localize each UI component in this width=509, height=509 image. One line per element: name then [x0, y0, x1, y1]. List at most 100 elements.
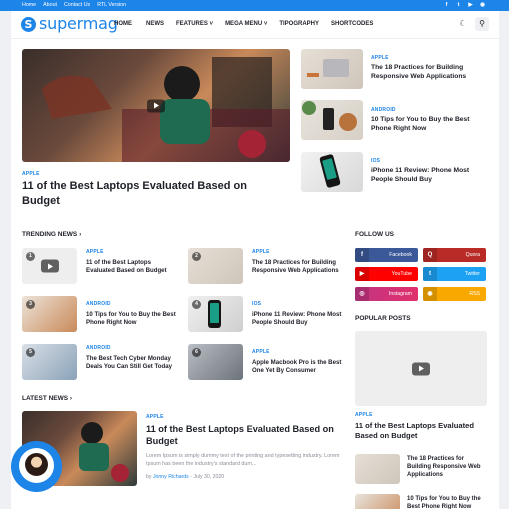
- side-category-1[interactable]: APPLE: [371, 55, 389, 61]
- hero-title[interactable]: 11 of the Best Laptops Evaluated Based o…: [22, 179, 280, 208]
- instagram-icon: ◎: [355, 287, 369, 301]
- facebook-icon[interactable]: f: [443, 2, 450, 9]
- popular-title-1[interactable]: The 18 Practices for Building Responsive…: [407, 456, 487, 480]
- trending-thumb-5[interactable]: 5: [22, 344, 77, 380]
- top-link-rtl[interactable]: RTL Version: [97, 1, 126, 10]
- facebook-icon: f: [355, 248, 369, 262]
- trending-category-5[interactable]: ANDROID: [86, 345, 111, 351]
- moon-icon[interactable]: ☾: [457, 18, 469, 30]
- trending-num-1: 1: [26, 252, 35, 261]
- trending-num-5: 5: [26, 348, 35, 357]
- trending-heading-text: TRENDING NEWS: [22, 231, 78, 238]
- play-icon[interactable]: [147, 99, 165, 112]
- rss-label: RSS: [469, 291, 480, 297]
- latest-category[interactable]: APPLE: [146, 414, 164, 420]
- side-thumb-1[interactable]: [301, 49, 363, 89]
- side-category-2[interactable]: ANDROID: [371, 107, 396, 113]
- instagram-label: Instagram: [388, 291, 412, 297]
- trending-num-2: 2: [192, 252, 201, 261]
- search-icon[interactable]: ⚲: [475, 17, 489, 31]
- latest-by: by: [146, 474, 152, 480]
- top-link-contact[interactable]: Contact Us: [64, 1, 90, 10]
- header-icons: ☾ ⚲: [457, 17, 489, 31]
- twitter-button[interactable]: t Twitter: [423, 267, 486, 281]
- trending-category-1[interactable]: APPLE: [86, 249, 104, 255]
- nav-news[interactable]: NEWS: [146, 20, 164, 28]
- top-bar: Home About Contact Us RTL Version f t ▶ …: [0, 0, 509, 11]
- trending-title-6[interactable]: Apple Macbook Pro is the Best One Yet By…: [252, 359, 344, 375]
- top-link-home[interactable]: Home: [22, 1, 36, 10]
- popular-title-2[interactable]: 10 Tips for You to Buy the Best Phone Ri…: [407, 496, 487, 509]
- nav-home[interactable]: HOME: [114, 20, 132, 28]
- trending-category-4[interactable]: IOS: [252, 301, 261, 307]
- rss-icon[interactable]: ◉: [479, 2, 486, 9]
- avatar-face-icon: [25, 453, 48, 476]
- quora-button[interactable]: Q Quora: [423, 248, 486, 262]
- nav-shortcodes[interactable]: SHORTCODES: [331, 20, 373, 28]
- facebook-button[interactable]: f Facebook: [355, 248, 418, 262]
- play-icon[interactable]: [412, 362, 430, 375]
- popular-heading: POPULAR POSTS: [355, 315, 411, 322]
- twitter-icon[interactable]: t: [455, 2, 462, 9]
- rss-button[interactable]: ◉ RSS: [423, 287, 486, 301]
- facebook-label: Facebook: [389, 252, 412, 258]
- latest-heading[interactable]: LATEST NEWS ›: [22, 395, 72, 402]
- latest-title[interactable]: 11 of the Best Laptops Evaluated Based o…: [146, 423, 341, 447]
- trending-category-6[interactable]: APPLE: [252, 349, 270, 355]
- youtube-button[interactable]: ▶ YouTube: [355, 267, 418, 281]
- instagram-button[interactable]: ◎ Instagram: [355, 287, 418, 301]
- latest-excerpt: Lorem Ipsum is simply dummy text of the …: [146, 453, 340, 468]
- page: S supermag HOME NEWS FEATURES ˅ MEGA MEN…: [11, 11, 499, 509]
- play-icon[interactable]: [40, 259, 59, 273]
- follow-heading: FOLLOW US: [355, 231, 394, 238]
- hero-category[interactable]: APPLE: [22, 171, 40, 177]
- popular-main-title[interactable]: 11 of the Best Laptops Evaluated Based o…: [355, 421, 487, 441]
- trending-title-2[interactable]: The 18 Practices for Building Responsive…: [252, 259, 344, 275]
- floating-avatar-button[interactable]: [11, 441, 62, 492]
- latest-date: - July 30, 2020: [190, 474, 225, 480]
- trending-title-1[interactable]: 11 of the Best Laptops Evaluated Based o…: [86, 259, 176, 275]
- nav-mega-menu[interactable]: MEGA MENU ˅: [225, 20, 267, 28]
- hero-image[interactable]: [22, 49, 290, 162]
- side-category-3[interactable]: IOS: [371, 158, 380, 164]
- trending-title-5[interactable]: The Best Tech Cyber Monday Deals You Can…: [86, 355, 178, 371]
- youtube-icon[interactable]: ▶: [467, 2, 474, 9]
- popular-main-category[interactable]: APPLE: [355, 412, 373, 418]
- nav-tipography[interactable]: TIPOGRAPHY: [279, 20, 319, 28]
- chevron-right-icon: ›: [79, 231, 82, 238]
- site-header: S supermag HOME NEWS FEATURES ˅ MEGA MEN…: [11, 11, 499, 39]
- latest-meta: by Jonny Richards - July 30, 2020: [146, 474, 224, 480]
- trending-category-3[interactable]: ANDROID: [86, 301, 111, 307]
- popular-thumb-2[interactable]: [355, 494, 400, 509]
- side-thumb-2[interactable]: [301, 100, 363, 140]
- nav-features[interactable]: FEATURES ˅: [176, 20, 213, 28]
- trending-title-4[interactable]: iPhone 11 Review: Phone Most People Shou…: [252, 311, 344, 327]
- trending-thumb-6[interactable]: 6: [188, 344, 243, 380]
- twitter-label: Twitter: [464, 271, 480, 277]
- top-link-about[interactable]: About: [43, 1, 57, 10]
- youtube-label: YouTube: [391, 271, 412, 277]
- latest-heading-text: LATEST NEWS: [22, 395, 69, 402]
- popular-main-image[interactable]: [355, 331, 487, 406]
- trending-heading[interactable]: TRENDING NEWS ›: [22, 231, 81, 238]
- logo-mark: S: [21, 16, 36, 32]
- side-thumb-3[interactable]: [301, 152, 363, 192]
- top-links: Home About Contact Us RTL Version: [22, 1, 126, 10]
- trending-thumb-4[interactable]: 4: [188, 296, 243, 332]
- trending-category-2[interactable]: APPLE: [252, 249, 270, 255]
- side-title-2[interactable]: 10 Tips for You to Buy the Best Phone Ri…: [371, 116, 491, 134]
- rss-icon: ◉: [423, 287, 437, 301]
- trending-title-3[interactable]: 10 Tips for You to Buy the Best Phone Ri…: [86, 311, 178, 327]
- latest-author[interactable]: Jonny Richards: [153, 474, 189, 480]
- trending-thumb-3[interactable]: 3: [22, 296, 77, 332]
- popular-thumb-1[interactable]: [355, 454, 400, 484]
- main-nav: HOME NEWS FEATURES ˅ MEGA MENU ˅ TIPOGRA…: [114, 20, 373, 28]
- chevron-right-icon: ›: [69, 395, 73, 402]
- side-title-3[interactable]: iPhone 11 Review: Phone Most People Shou…: [371, 167, 491, 185]
- side-title-1[interactable]: The 18 Practices for Building Responsive…: [371, 64, 491, 82]
- youtube-icon: ▶: [355, 267, 369, 281]
- site-logo[interactable]: S supermag: [21, 16, 118, 32]
- trending-thumb-1[interactable]: 1: [22, 248, 77, 284]
- trending-num-6: 6: [192, 348, 201, 357]
- trending-thumb-2[interactable]: 2: [188, 248, 243, 284]
